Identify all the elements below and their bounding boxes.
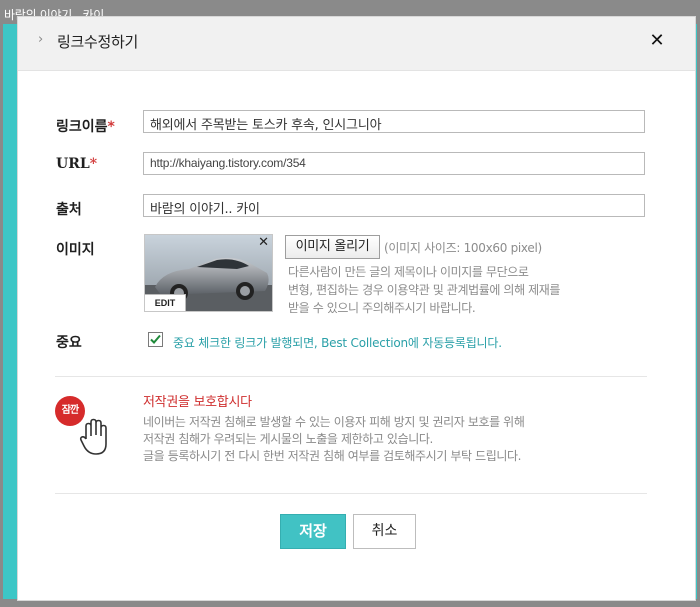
image-warning-line: 변형, 편집하는 경우 이용약관 및 관계법률에 의해 제재를: [288, 283, 561, 297]
dialog-header: › 링크수정하기 ✕: [18, 17, 695, 71]
copyright-line: 저작권 침해가 우려되는 게시물의 노출을 제한하고 있습니다.: [143, 432, 433, 446]
copyright-line: 네이버는 저작권 침해로 발생할 수 있는 이용자 피해 방지 및 권리자 보호…: [143, 415, 525, 429]
important-checkbox[interactable]: [148, 332, 163, 347]
source-input[interactable]: 바람의 이야기.. 카이: [143, 194, 645, 217]
copyright-text: 네이버는 저작권 침해로 발생할 수 있는 이용자 피해 방지 및 권리자 보호…: [143, 414, 643, 465]
link-edit-dialog: › 링크수정하기 ✕ 링크이름* 해외에서 주목받는 토스카 후속, 인시그니아…: [17, 16, 696, 601]
link-name-label: 링크이름*: [56, 116, 115, 136]
divider: [55, 493, 647, 494]
edit-image-button[interactable]: EDIT: [145, 294, 186, 311]
close-icon[interactable]: ✕: [648, 31, 666, 51]
save-button[interactable]: 저장: [280, 514, 346, 549]
link-name-label-text: 링크이름: [56, 119, 108, 135]
hand-stop-icon: [79, 418, 107, 455]
url-input[interactable]: http://khaiyang.tistory.com/354: [143, 152, 645, 175]
important-label: 중요: [56, 335, 82, 351]
source-label: 출처: [56, 202, 82, 218]
image-warning-line: 받을 수 있으니 주의해주시기 바랍니다.: [288, 301, 476, 315]
required-mark: *: [107, 119, 115, 135]
image-warning: 다른사람이 만든 글의 제목이나 이미지를 무단으로 변형, 편집하는 경우 이…: [288, 263, 628, 317]
divider: [55, 376, 647, 377]
required-mark: *: [89, 156, 98, 172]
image-warning-line: 다른사람이 만든 글의 제목이나 이미지를 무단으로: [288, 265, 529, 279]
important-description: 중요 체크한 링크가 발행되면, Best Collection에 자동등록됩니…: [173, 336, 502, 350]
dialog-title: 링크수정하기: [57, 33, 139, 51]
url-label: URL*: [56, 156, 97, 172]
cancel-button[interactable]: 취소: [353, 514, 416, 549]
image-size-hint: (이미지 사이즈: 100x60 pixel): [384, 241, 542, 255]
chevron-right-icon: ›: [38, 32, 44, 47]
copyright-title: 저작권을 보호합시다: [143, 395, 252, 410]
remove-image-icon[interactable]: ✕: [258, 235, 269, 251]
image-thumbnail: ✕ EDIT: [144, 234, 273, 312]
upload-image-button[interactable]: 이미지 올리기: [285, 235, 380, 259]
link-name-input[interactable]: 해외에서 주목받는 토스카 후속, 인시그니아: [143, 110, 645, 133]
copyright-line: 글을 등록하시기 전 다시 한번 저작권 침해 여부를 검토해주시기 부탁 드립…: [143, 449, 522, 463]
url-label-text: URL: [56, 156, 90, 172]
check-icon: [150, 334, 161, 344]
image-label: 이미지: [56, 242, 95, 258]
